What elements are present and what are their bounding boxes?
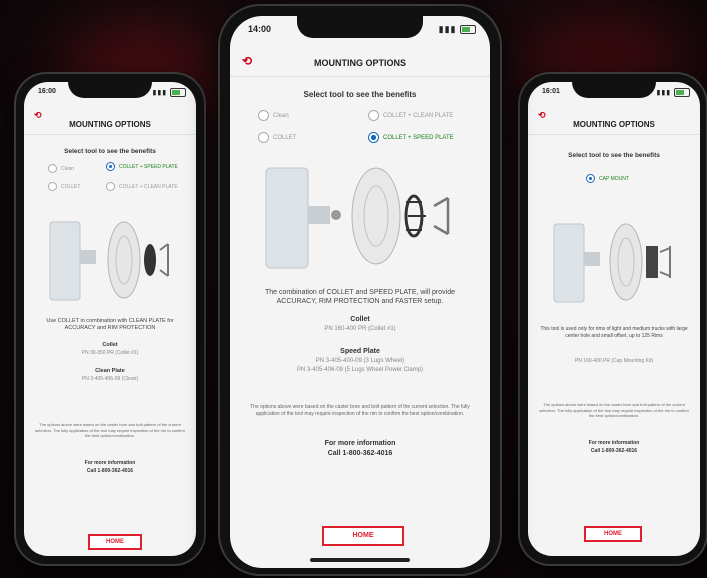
info-label: For more information bbox=[324, 440, 396, 447]
info-phone[interactable]: Call 1-800-362-4016 bbox=[230, 450, 490, 457]
status-time: 14:00 bbox=[248, 24, 272, 34]
page-title: MOUNTING OPTIONS bbox=[314, 58, 406, 68]
speed-plate-label: Speed Plate bbox=[340, 348, 380, 355]
radio-icon bbox=[106, 162, 115, 171]
radio-icon bbox=[368, 110, 379, 121]
divider bbox=[230, 76, 490, 77]
center-phone: 14:00 ▮▮▮ ⟲ MOUNTING OPTIONS Select tool… bbox=[218, 4, 502, 576]
note: The options above were based on the cast… bbox=[539, 402, 689, 418]
option-collet[interactable]: COLLET bbox=[48, 182, 80, 191]
right-phone: 16:01 ▮▮▮ ⟲ MOUNTING OPTIONS Select tool… bbox=[518, 72, 707, 566]
info-phone[interactable]: Call 1-800-362-4016 bbox=[24, 468, 196, 474]
option-collet-speed-plate[interactable]: COLLET + SPEED PLATE bbox=[106, 162, 178, 171]
collet-value: PN 160-400 PR (Cap Mounting Kit) bbox=[574, 358, 654, 364]
divider bbox=[24, 134, 196, 135]
tool-illustration bbox=[265, 167, 450, 269]
info-phone[interactable]: Call 1-800-362-4016 bbox=[528, 448, 700, 454]
status-time: 16:00 bbox=[38, 88, 56, 95]
page-title: MOUNTING OPTIONS bbox=[69, 120, 151, 129]
left-phone: 16:00 ▮▮▮ ⟲ MOUNTING OPTIONS Select tool… bbox=[14, 72, 206, 566]
description: The combination of COLLET and SPEED PLAT… bbox=[265, 289, 455, 305]
page-title: MOUNTING OPTIONS bbox=[573, 120, 655, 129]
radio-icon bbox=[48, 182, 57, 191]
option-cap-mount[interactable]: CAP MOUNT bbox=[586, 174, 629, 183]
collet-label: Collet bbox=[102, 342, 118, 348]
option-collet-clean-plate[interactable]: COLLET + CLEAN PLATE bbox=[368, 110, 453, 121]
divider bbox=[528, 134, 700, 135]
radio-icon bbox=[586, 174, 595, 183]
battery-icon: ▮▮▮ bbox=[656, 88, 690, 97]
radio-icon bbox=[106, 182, 115, 191]
speed-plate-value-2: PN 3-405-406-09 (5 Lugs Wheel Power Clam… bbox=[296, 367, 424, 373]
note: The options above were based on the cast… bbox=[35, 422, 185, 438]
option-collet-clean-plate[interactable]: COLLET + CLEAN PLATE bbox=[106, 182, 178, 191]
home-button[interactable]: HOME bbox=[584, 526, 642, 542]
option-collet-speed-plate[interactable]: COLLET + SPEED PLATE bbox=[368, 132, 454, 143]
subtitle: Select tool to see the benefits bbox=[303, 90, 417, 99]
notch bbox=[572, 82, 656, 98]
option-clean[interactable]: Clean bbox=[258, 110, 289, 121]
info-label: For more information bbox=[84, 460, 136, 466]
option-clean[interactable]: Clean bbox=[48, 164, 74, 173]
description: Use COLLET in combination with CLEAN PLA… bbox=[46, 318, 174, 331]
info-label: For more information bbox=[588, 440, 640, 446]
tool-illustration bbox=[553, 223, 671, 303]
notch bbox=[297, 16, 423, 38]
left-screen: 16:00 ▮▮▮ ⟲ MOUNTING OPTIONS Select tool… bbox=[24, 82, 196, 556]
battery-icon: ▮▮▮ bbox=[439, 24, 476, 35]
radio-icon bbox=[368, 132, 379, 143]
plate-value: PN 3-405-406-09 (Clean) bbox=[81, 376, 139, 382]
notch bbox=[68, 82, 152, 98]
home-button[interactable]: HOME bbox=[88, 534, 142, 550]
subtitle: Select tool to see the benefits bbox=[568, 152, 660, 159]
collet-label: Collet bbox=[350, 316, 370, 323]
radio-icon bbox=[258, 110, 269, 121]
home-button[interactable]: HOME bbox=[322, 526, 404, 546]
radio-icon bbox=[258, 132, 269, 143]
battery-icon: ▮▮▮ bbox=[152, 88, 186, 97]
center-screen: 14:00 ▮▮▮ ⟲ MOUNTING OPTIONS Select tool… bbox=[230, 16, 490, 568]
collet-value: PN 160-400 PR (Collet #1) bbox=[324, 326, 396, 332]
description: This tool is used only for rims of light… bbox=[540, 326, 688, 339]
option-collet[interactable]: COLLET bbox=[258, 132, 296, 143]
speed-plate-value-1: PN 3-405-400-09 (3 Lugs Wheel) bbox=[315, 358, 405, 364]
home-indicator bbox=[310, 558, 410, 562]
plate-label: Clean Plate bbox=[95, 368, 125, 374]
collet-value: PN 30-350 PR (Collet #1) bbox=[81, 350, 139, 356]
radio-icon bbox=[48, 164, 57, 173]
tool-illustration bbox=[49, 221, 169, 301]
subtitle: Select tool to see the benefits bbox=[64, 148, 156, 155]
status-time: 16:01 bbox=[542, 88, 560, 95]
note: The options above were based on the cast… bbox=[250, 404, 470, 417]
right-screen: 16:01 ▮▮▮ ⟲ MOUNTING OPTIONS Select tool… bbox=[528, 82, 700, 556]
